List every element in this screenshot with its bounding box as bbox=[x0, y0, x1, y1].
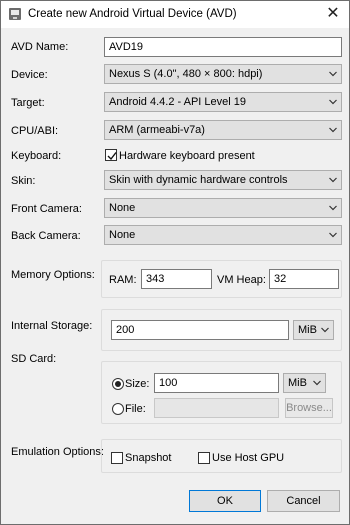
window-title: Create new Android Virtual Device (AVD) bbox=[28, 8, 237, 20]
avd-manager-icon bbox=[9, 8, 21, 20]
internal-storage-unit-select[interactable]: MiB bbox=[293, 320, 334, 340]
skin-select-value: Skin with dynamic hardware controls bbox=[109, 174, 288, 186]
internal-storage-unit-value: MiB bbox=[298, 324, 317, 336]
cpu-abi-label: CPU/ABI: bbox=[11, 125, 59, 137]
target-select[interactable]: Android 4.4.2 - API Level 19 bbox=[104, 92, 342, 112]
hardware-keyboard-label[interactable]: Hardware keyboard present bbox=[119, 150, 255, 162]
snapshot-checkbox[interactable] bbox=[111, 452, 123, 464]
chevron-down-icon bbox=[329, 205, 337, 211]
sd-card-label: SD Card: bbox=[11, 353, 57, 365]
chevron-down-icon bbox=[329, 177, 337, 183]
front-camera-select-value: None bbox=[109, 202, 136, 214]
vm-heap-input[interactable]: 32 bbox=[269, 269, 339, 289]
title-bar: Create new Android Virtual Device (AVD) … bbox=[1, 1, 349, 28]
cancel-button[interactable]: Cancel bbox=[267, 490, 340, 512]
ram-input[interactable]: 343 bbox=[141, 269, 212, 289]
chevron-down-icon bbox=[329, 71, 337, 77]
back-camera-select-value: None bbox=[109, 229, 136, 241]
chevron-down-icon bbox=[313, 380, 321, 386]
internal-storage-input[interactable]: 200 bbox=[111, 320, 289, 340]
cpu-abi-select-value: ARM (armeabi-v7a) bbox=[109, 124, 205, 136]
target-select-value: Android 4.4.2 - API Level 19 bbox=[109, 96, 246, 108]
memory-options-label: Memory Options: bbox=[11, 269, 95, 281]
use-host-gpu-label[interactable]: Use Host GPU bbox=[212, 452, 284, 464]
cpu-abi-select[interactable]: ARM (armeabi-v7a) bbox=[104, 120, 342, 140]
sd-file-label[interactable]: File: bbox=[125, 403, 146, 415]
device-select-value: Nexus S (4.0", 480 × 800: hdpi) bbox=[109, 68, 263, 80]
avd-dialog: Create new Android Virtual Device (AVD) … bbox=[0, 0, 350, 525]
avd-name-input[interactable]: AVD19 bbox=[104, 37, 342, 57]
avd-name-label: AVD Name: bbox=[11, 41, 69, 53]
snapshot-label[interactable]: Snapshot bbox=[125, 452, 171, 464]
sd-size-radio[interactable] bbox=[112, 378, 124, 390]
hardware-keyboard-checkbox[interactable] bbox=[105, 149, 117, 161]
checkmark-icon bbox=[107, 152, 117, 161]
chevron-down-icon bbox=[329, 232, 337, 238]
sd-file-input[interactable] bbox=[154, 398, 279, 418]
chevron-down-icon bbox=[329, 127, 337, 133]
ok-button[interactable]: OK bbox=[189, 490, 261, 512]
device-select[interactable]: Nexus S (4.0", 480 × 800: hdpi) bbox=[104, 64, 342, 84]
sd-size-unit-value: MiB bbox=[288, 377, 307, 389]
emulation-options-label: Emulation Options: bbox=[11, 446, 104, 458]
chevron-down-icon bbox=[329, 99, 337, 105]
sd-file-radio[interactable] bbox=[112, 403, 124, 415]
back-camera-label: Back Camera: bbox=[11, 230, 81, 242]
sd-size-unit-select[interactable]: MiB bbox=[283, 373, 326, 393]
close-icon[interactable]: ✕ bbox=[323, 4, 343, 24]
skin-label: Skin: bbox=[11, 175, 36, 187]
chevron-down-icon bbox=[321, 327, 329, 333]
radio-selected-dot bbox=[115, 381, 121, 387]
use-host-gpu-checkbox[interactable] bbox=[198, 452, 210, 464]
back-camera-select[interactable]: None bbox=[104, 225, 342, 245]
skin-select[interactable]: Skin with dynamic hardware controls bbox=[104, 170, 342, 190]
ram-label: RAM: bbox=[109, 274, 137, 286]
front-camera-select[interactable]: None bbox=[104, 198, 342, 218]
browse-button[interactable]: Browse... bbox=[285, 398, 333, 418]
vm-heap-label: VM Heap: bbox=[217, 274, 266, 286]
keyboard-label: Keyboard: bbox=[11, 150, 62, 162]
sd-size-label[interactable]: Size: bbox=[125, 378, 149, 390]
device-label: Device: bbox=[11, 69, 48, 81]
target-label: Target: bbox=[11, 97, 45, 109]
sd-size-input[interactable]: 100 bbox=[154, 373, 279, 393]
internal-storage-label: Internal Storage: bbox=[11, 320, 93, 332]
front-camera-label: Front Camera: bbox=[11, 203, 82, 215]
